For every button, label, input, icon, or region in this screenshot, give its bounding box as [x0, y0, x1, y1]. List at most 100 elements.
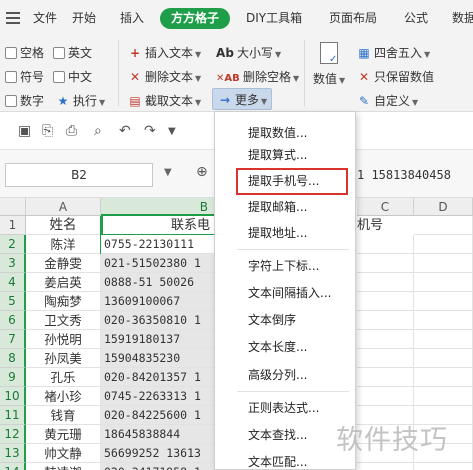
- delete-space-button[interactable]: ✕AB 删除空格 ▼: [216, 68, 299, 85]
- dropdown-item[interactable]: 正则表达式...: [215, 395, 355, 421]
- phone-cell[interactable]: 0755-22130111: [100, 234, 216, 255]
- phone-cell[interactable]: 0888-51 50026: [101, 273, 215, 292]
- delete-text-button[interactable]: ✕ 删除文本 ▼: [128, 68, 201, 85]
- more-button[interactable]: → 更多 ▼: [212, 88, 272, 110]
- name-cell[interactable]: 韩凌迦: [26, 463, 101, 470]
- row-header[interactable]: 10: [0, 387, 26, 406]
- header-c-cell[interactable]: 机号: [357, 216, 414, 235]
- name-cell[interactable]: 帅文静: [26, 444, 101, 463]
- row-header[interactable]: 13: [0, 444, 26, 463]
- c-cell[interactable]: [357, 235, 414, 254]
- tab-insert[interactable]: 插入: [120, 9, 144, 26]
- c-cell[interactable]: [357, 349, 414, 368]
- c-cell[interactable]: [357, 387, 414, 406]
- row-header[interactable]: 9: [0, 368, 26, 387]
- redo-icon[interactable]: ↷: [144, 123, 156, 139]
- row-header[interactable]: 14: [0, 463, 26, 470]
- d-cell[interactable]: [414, 349, 473, 368]
- check-symbol[interactable]: 符号: [5, 68, 44, 85]
- column-header-d[interactable]: D: [414, 198, 473, 216]
- file-menu[interactable]: 文件: [33, 9, 57, 26]
- preview-icon[interactable]: ⌕: [94, 123, 102, 139]
- phone-cell[interactable]: 020-84225600 1: [101, 406, 215, 425]
- d-cell[interactable]: [414, 330, 473, 349]
- c-cell[interactable]: [357, 292, 414, 311]
- row-header[interactable]: 5: [0, 292, 26, 311]
- c-cell[interactable]: [357, 254, 414, 273]
- phone-cell[interactable]: 15904835230: [101, 349, 215, 368]
- name-box[interactable]: B2: [5, 163, 153, 187]
- check-chinese[interactable]: 中文: [53, 68, 92, 85]
- phone-cell[interactable]: 18645838844: [101, 425, 215, 444]
- round-button[interactable]: ▦ 四舍五入 ▼: [357, 44, 430, 61]
- insert-text-button[interactable]: + 插入文本 ▼: [128, 44, 201, 61]
- column-header-b[interactable]: B: [101, 198, 215, 216]
- column-header-c[interactable]: C: [357, 198, 414, 216]
- dropdown-item[interactable]: 文本查找...: [215, 422, 355, 448]
- d-cell[interactable]: [414, 273, 473, 292]
- d-cell[interactable]: [414, 368, 473, 387]
- undo-icon[interactable]: ↶: [119, 123, 131, 139]
- chevron-down-icon[interactable]: ▼: [168, 126, 176, 137]
- phone-cell[interactable]: 020-36350810 1: [101, 311, 215, 330]
- row-header[interactable]: 3: [0, 254, 26, 273]
- dropdown-item[interactable]: 提取邮箱...: [215, 194, 355, 220]
- formula-input[interactable]: 1 15813840458: [357, 168, 451, 182]
- row-header[interactable]: 6: [0, 311, 26, 330]
- tab-fangfang-active[interactable]: 方方格子: [160, 8, 230, 29]
- c-cell[interactable]: [357, 311, 414, 330]
- d-cell[interactable]: [414, 235, 473, 254]
- c-cell[interactable]: [357, 273, 414, 292]
- print-icon[interactable]: ⎙: [66, 123, 77, 139]
- save-icon[interactable]: ▣: [18, 123, 31, 139]
- tab-page-layout[interactable]: 页面布局: [329, 9, 377, 26]
- name-cell[interactable]: 褚小珍: [26, 387, 101, 406]
- d-cell[interactable]: [414, 311, 473, 330]
- tab-home[interactable]: 开始: [72, 9, 96, 26]
- execute-button[interactable]: ★ 执行 ▼: [56, 92, 106, 109]
- phone-cell[interactable]: 15919180137: [101, 330, 215, 349]
- tab-diy-toolbox[interactable]: DIY工具箱: [246, 9, 302, 26]
- name-cell[interactable]: 陈洋: [26, 235, 101, 254]
- chevron-down-icon[interactable]: ▼: [164, 167, 172, 178]
- name-cell[interactable]: 孙悦明: [26, 330, 101, 349]
- c-cell[interactable]: [357, 463, 414, 470]
- dropdown-item[interactable]: 文本间隔插入...: [215, 280, 355, 306]
- case-button[interactable]: Ab 大小写 ▼: [216, 44, 281, 61]
- d-cell[interactable]: [414, 216, 473, 235]
- dropdown-item[interactable]: 文本匹配...: [215, 449, 355, 469]
- cut-text-button[interactable]: ▤ 截取文本 ▼: [128, 92, 201, 109]
- phone-cell[interactable]: 020-84201357 1: [101, 368, 215, 387]
- row-header[interactable]: 12: [0, 425, 26, 444]
- dropdown-item[interactable]: 文本长度...: [215, 334, 355, 360]
- custom-button[interactable]: ✎ 自定义 ▼: [357, 92, 418, 109]
- tab-formulas[interactable]: 公式: [404, 9, 428, 26]
- hamburger-icon[interactable]: [6, 12, 20, 24]
- phone-cell[interactable]: 021-51502380 1: [101, 254, 215, 273]
- row-header[interactable]: 7: [0, 330, 26, 349]
- row-header[interactable]: 1: [0, 216, 26, 235]
- name-cell[interactable]: 钱育: [26, 406, 101, 425]
- column-header-a[interactable]: A: [26, 198, 101, 216]
- zoom-icon[interactable]: ⊕: [196, 164, 208, 180]
- header-name-cell[interactable]: 姓名: [26, 216, 101, 235]
- row-header[interactable]: 2: [0, 235, 26, 254]
- phone-cell[interactable]: 0745-2263313 1: [101, 387, 215, 406]
- name-cell[interactable]: 金静雯: [26, 254, 101, 273]
- phone-cell[interactable]: 020-34171958 1: [101, 463, 215, 470]
- name-cell[interactable]: 孙凤美: [26, 349, 101, 368]
- name-cell[interactable]: 卫文秀: [26, 311, 101, 330]
- dropdown-item[interactable]: 提取算式...: [215, 142, 355, 168]
- corner-cell[interactable]: [0, 198, 26, 216]
- d-cell[interactable]: [414, 292, 473, 311]
- phone-cell[interactable]: 13609100067: [101, 292, 215, 311]
- dropdown-item[interactable]: 高级分列...: [215, 362, 355, 388]
- phone-cell[interactable]: 56699252 13613: [101, 444, 215, 463]
- header-phone-cell[interactable]: 联系电: [101, 216, 215, 235]
- keep-value-button[interactable]: ✕ 只保留数值: [357, 68, 434, 85]
- d-cell[interactable]: [414, 387, 473, 406]
- name-cell[interactable]: 孔乐: [26, 368, 101, 387]
- check-space[interactable]: 空格: [5, 44, 44, 61]
- d-cell[interactable]: [414, 463, 473, 470]
- row-header[interactable]: 8: [0, 349, 26, 368]
